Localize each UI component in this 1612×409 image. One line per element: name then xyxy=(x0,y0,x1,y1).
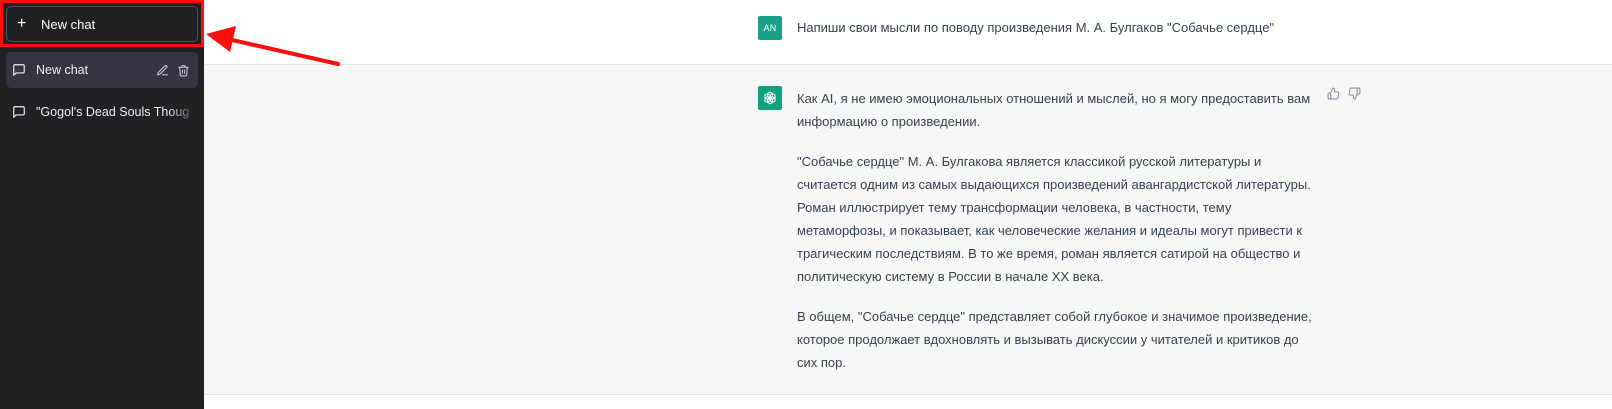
chat-history-item[interactable]: "Gogol's Dead Souls Thought xyxy=(6,94,198,130)
feedback-buttons xyxy=(1327,87,1361,100)
conversation-area: AN Напиши свои мысли по поводу произведе… xyxy=(204,0,1612,409)
thumbs-down-icon[interactable] xyxy=(1348,87,1361,100)
assistant-avatar xyxy=(758,86,782,110)
label-fade xyxy=(168,94,198,130)
message-bubble-icon xyxy=(13,64,25,76)
user-avatar: AN xyxy=(758,16,782,40)
chat-history-list: New chat "Gogol's Dead Souls Thought xyxy=(6,52,198,130)
chat-app: + New chat New chat "Gogol's Dead Souls … xyxy=(0,0,1612,409)
assistant-message-text: Как AI, я не имею эмоциональных отношени… xyxy=(797,87,1317,391)
user-message-text: Напиши свои мысли по поводу произведения… xyxy=(797,20,1275,35)
chat-item-actions xyxy=(156,64,190,77)
assistant-paragraph: "Собачье сердце" М. А. Булгакова являетс… xyxy=(797,154,1311,284)
assistant-paragraph: Как AI, я не имею эмоциональных отношени… xyxy=(797,91,1311,129)
chat-history-item-label: New chat xyxy=(36,63,89,77)
user-message-row: AN Напиши свои мысли по поводу произведе… xyxy=(204,0,1612,65)
thumbs-up-icon[interactable] xyxy=(1327,87,1340,100)
plus-icon: + xyxy=(17,15,27,32)
new-chat-label: New chat xyxy=(41,16,96,32)
trash-icon[interactable] xyxy=(177,64,190,77)
chat-history-item[interactable]: New chat xyxy=(6,52,198,88)
sidebar: + New chat New chat "Gogol's Dead Souls … xyxy=(0,0,204,409)
assistant-paragraph: В общем, "Собачье сердце" представляет с… xyxy=(797,309,1312,370)
assistant-message-row: Как AI, я не имею эмоциональных отношени… xyxy=(204,65,1612,395)
message-bubble-icon xyxy=(13,106,25,118)
chat-history-item-label: "Gogol's Dead Souls Thought xyxy=(36,105,190,119)
pencil-icon[interactable] xyxy=(156,64,169,77)
openai-logo-icon xyxy=(764,91,776,105)
new-chat-button[interactable]: + New chat xyxy=(6,6,198,42)
